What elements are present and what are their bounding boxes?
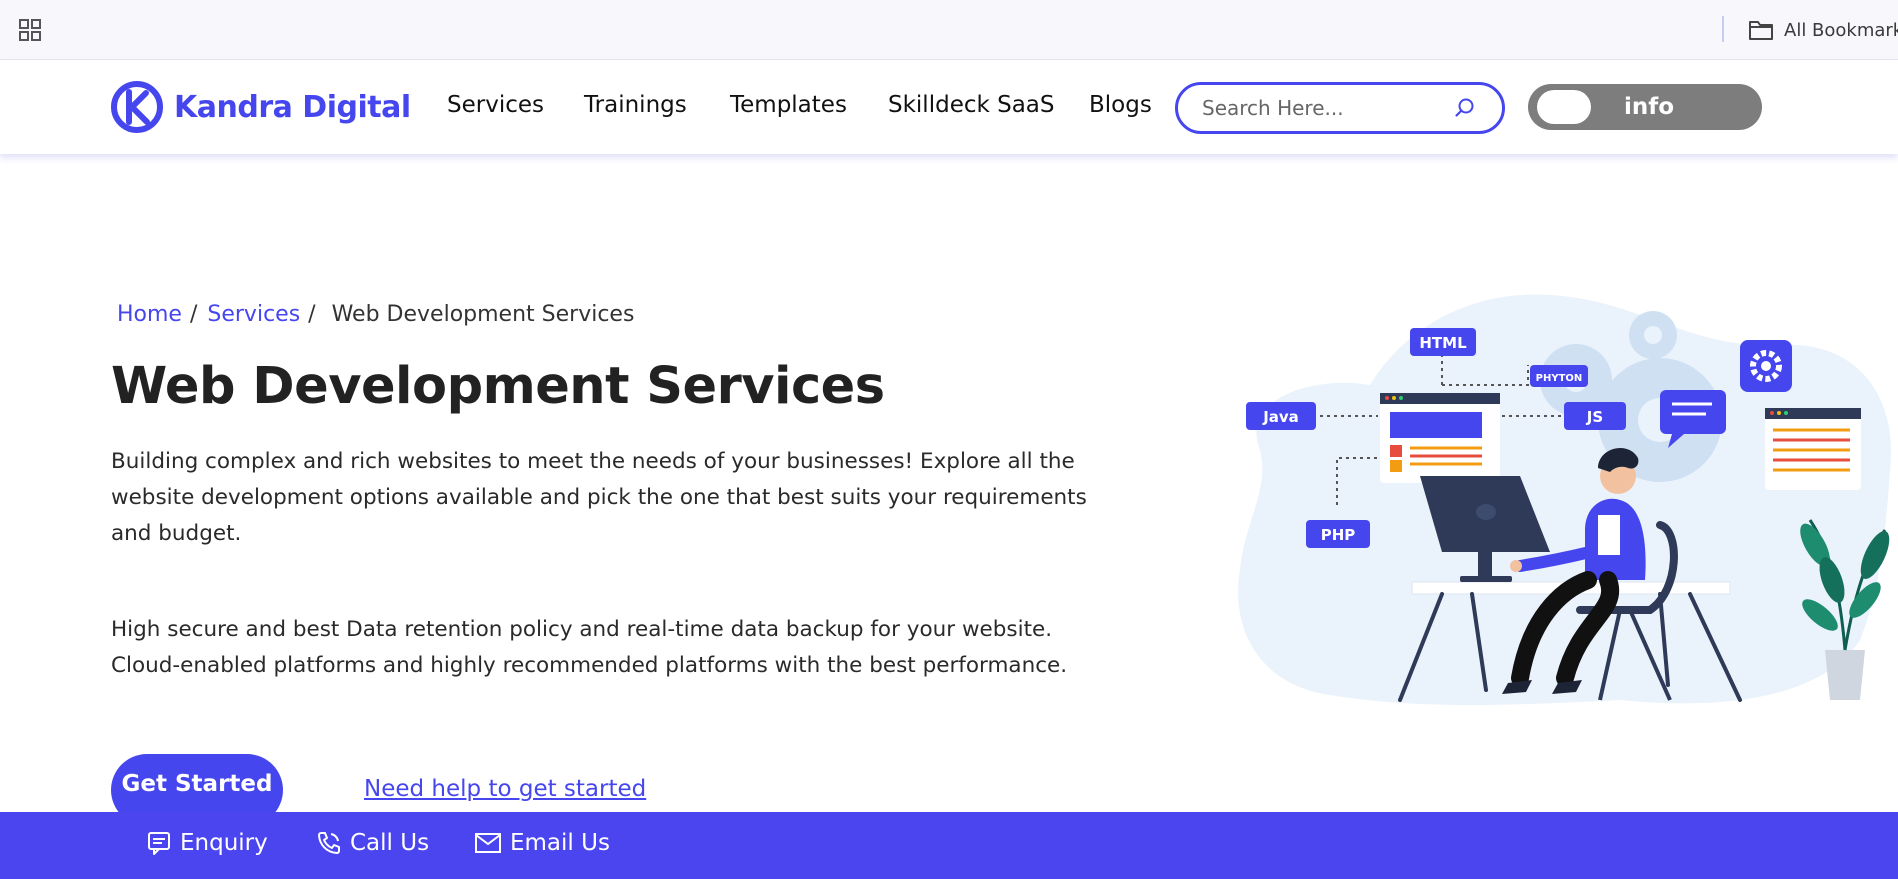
enquiry-button[interactable]: Enquiry bbox=[146, 830, 268, 856]
search-icon[interactable] bbox=[1454, 97, 1476, 119]
breadcrumb-home[interactable]: Home bbox=[117, 302, 182, 327]
breadcrumb-current: Web Development Services bbox=[331, 302, 635, 327]
need-help-link[interactable]: Need help to get started bbox=[364, 776, 646, 802]
svg-text:JS: JS bbox=[1586, 408, 1603, 426]
breadcrumb-separator: / bbox=[189, 302, 198, 327]
call-us-label: Call Us bbox=[350, 830, 430, 856]
svg-text:PHYTON: PHYTON bbox=[1536, 373, 1583, 384]
nav-item-skilldeck-saas[interactable]: Skilldeck SaaS bbox=[888, 92, 1055, 118]
bookmarks-divider bbox=[1722, 16, 1724, 42]
folder-icon bbox=[1749, 21, 1773, 40]
security-paragraph: High secure and best Data retention poli… bbox=[111, 617, 1068, 678]
contact-bar: Enquiry Call Us Email Us bbox=[0, 812, 1898, 879]
toggle-label: info bbox=[1624, 94, 1675, 120]
logo-text: Kandra Digital bbox=[174, 89, 411, 125]
web-development-illustration: HTML PHYTON Java JS PHP bbox=[1238, 294, 1892, 705]
grid-icon[interactable] bbox=[18, 18, 42, 42]
mail-icon bbox=[475, 833, 501, 853]
phone-icon bbox=[318, 832, 340, 854]
bookmarks-bar: All Bookmarks bbox=[0, 0, 1898, 60]
search-box bbox=[1175, 82, 1505, 134]
svg-text:Java: Java bbox=[1262, 408, 1299, 426]
nav-item-blogs[interactable]: Blogs bbox=[1089, 92, 1152, 118]
email-us-label: Email Us bbox=[510, 830, 610, 856]
info-toggle[interactable]: info bbox=[1528, 84, 1762, 130]
svg-text:HTML: HTML bbox=[1419, 334, 1467, 352]
breadcrumb: Home / Services / Web Development Servic… bbox=[117, 302, 634, 327]
page-title: Web Development Services bbox=[111, 357, 885, 416]
nav-item-templates[interactable]: Templates bbox=[730, 92, 847, 118]
search-input[interactable] bbox=[1202, 95, 1442, 121]
logo[interactable]: Kandra Digital bbox=[110, 80, 411, 134]
site-header: Kandra Digital Services Trainings Templa… bbox=[0, 60, 1898, 154]
call-us-button[interactable]: Call Us bbox=[316, 830, 429, 856]
breadcrumb-services[interactable]: Services bbox=[207, 302, 300, 327]
intro-paragraph: Building complex and rich websites to me… bbox=[111, 449, 1087, 546]
chat-icon bbox=[148, 832, 170, 855]
logo-mark-icon bbox=[111, 81, 163, 133]
toggle-knob bbox=[1537, 90, 1591, 124]
all-bookmarks-button[interactable]: All Bookmarks bbox=[1748, 16, 1898, 44]
all-bookmarks-label: All Bookmarks bbox=[1784, 19, 1898, 41]
chat-bubble-icon bbox=[1660, 390, 1726, 434]
enquiry-label: Enquiry bbox=[180, 830, 268, 856]
breadcrumb-separator: / bbox=[308, 302, 316, 327]
email-us-button[interactable]: Email Us bbox=[474, 830, 610, 856]
svg-text:PHP: PHP bbox=[1321, 526, 1356, 544]
nav-item-trainings[interactable]: Trainings bbox=[584, 92, 687, 118]
nav-item-services[interactable]: Services bbox=[447, 92, 544, 118]
